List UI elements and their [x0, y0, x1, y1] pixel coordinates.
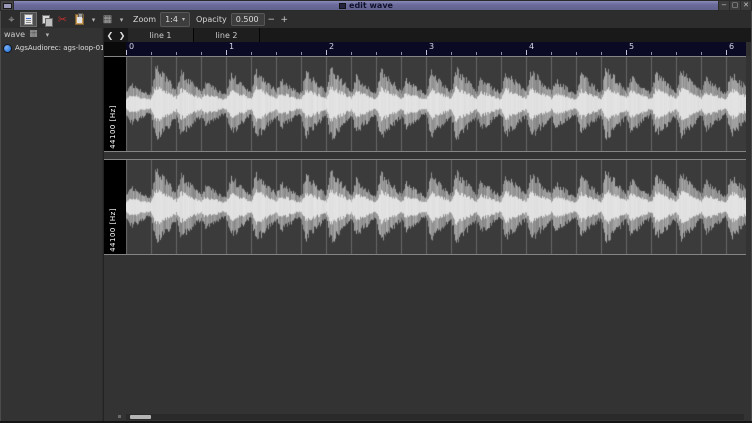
machine-label: AgsAudiorec: ags-loop-017: [15, 44, 109, 52]
close-button[interactable]: ✕: [741, 1, 751, 10]
machine-grid-icon: ▦: [29, 30, 38, 39]
opacity-label: Opacity: [196, 15, 227, 24]
tool-menu-dropdown-button[interactable]: ▾: [116, 12, 127, 27]
tool-menu-button[interactable]: ▦: [99, 12, 116, 27]
clipboard-icon: [75, 14, 84, 25]
opacity-input[interactable]: 0.500: [231, 13, 265, 26]
paste-dropdown-button[interactable]: ▾: [88, 12, 99, 27]
ruler-label: 4: [529, 42, 534, 51]
maximize-button[interactable]: ▢: [730, 1, 740, 10]
waveform-canvas-2[interactable]: [126, 160, 746, 254]
window-icon: [339, 3, 346, 9]
ruler-label: 0: [129, 42, 134, 51]
opacity-decrement-button[interactable]: −: [265, 13, 278, 26]
tab-forward-button[interactable]: ❯: [116, 28, 128, 42]
sidebar: wave ▦ ▾ AgsAudiorec: ags-loop-017: [1, 28, 102, 421]
tab-back-button[interactable]: ❮: [104, 28, 116, 42]
ruler-label: 2: [329, 42, 334, 51]
tab-line-1[interactable]: line 1: [128, 28, 194, 42]
tool-grid-icon: ▦: [103, 15, 112, 25]
scissors-icon: ✂: [58, 14, 67, 25]
zoom-select[interactable]: 1:4 ▾: [160, 12, 190, 27]
ruler-end-spacer: [746, 42, 751, 56]
position-tool-button[interactable]: ⌖: [3, 12, 20, 27]
position-cursor-icon: ⌖: [8, 14, 14, 25]
ruler-label: 3: [429, 42, 434, 51]
ruler-label: 6: [729, 42, 734, 51]
minimize-button[interactable]: −: [719, 1, 729, 10]
titlebar-drag-area[interactable]: edit wave: [14, 1, 718, 10]
ruler-major-ticks: [126, 50, 746, 55]
scope-dropdown-button[interactable]: ▾: [46, 31, 50, 39]
timeline-ruler: 0 1 2 3 4 5 6: [126, 42, 746, 56]
copy-button[interactable]: [37, 12, 54, 27]
samplerate-label-2: 44100 [Hz]: [109, 208, 117, 252]
samplerate-label-1: 44100 [Hz]: [109, 105, 117, 149]
window-title: edit wave: [349, 1, 393, 10]
opacity-increment-button[interactable]: +: [278, 13, 291, 26]
horizontal-scrollbar[interactable]: [126, 414, 744, 420]
tab-line-2[interactable]: line 2: [194, 28, 260, 42]
sidebar-header: wave ▦ ▾: [1, 28, 102, 41]
horizontal-scrollbar-thumb[interactable]: [130, 415, 151, 419]
edit-tool-button[interactable]: [20, 12, 37, 27]
paste-button[interactable]: [71, 12, 88, 27]
wave-scope-label: wave: [4, 30, 25, 39]
zoom-value: 1:4: [165, 15, 178, 24]
opacity-value: 0.500: [236, 15, 259, 24]
window-menu-button[interactable]: [1, 1, 13, 10]
ruler-label: 5: [629, 42, 634, 51]
ruler-label: 1: [229, 42, 234, 51]
window-controls: − ▢ ✕: [719, 1, 751, 10]
waveform-canvas-1[interactable]: [126, 57, 746, 151]
wave-panel-1: 44100 [Hz]: [104, 56, 746, 152]
samplerate-column-1: 44100 [Hz]: [104, 57, 126, 151]
machine-radio-icon[interactable]: [3, 44, 12, 53]
titlebar[interactable]: edit wave − ▢ ✕: [0, 0, 752, 11]
zoom-label: Zoom: [133, 15, 156, 24]
wave-editor-area: ❮ ❯ line 1 line 2 0 1 2 3 4 5 6 44100 [Hz] 441…: [103, 28, 751, 421]
edit-wave-window: edit wave − ▢ ✕ ⌖ ✂ ▾ ▦ ▾ Zoom 1:4: [0, 0, 752, 423]
line-tabstrip: ❮ ❯ line 1 line 2: [104, 28, 751, 42]
edit-document-icon: [24, 14, 33, 25]
toolbar: ⌖ ✂ ▾ ▦ ▾ Zoom 1:4 ▾ Opacity 0.500 − +: [1, 11, 751, 28]
wave-panel-2: 44100 [Hz]: [104, 159, 746, 255]
machine-list-item[interactable]: AgsAudiorec: ags-loop-017: [1, 43, 102, 53]
cut-button[interactable]: ✂: [54, 12, 71, 27]
hscroll-stepper[interactable]: [118, 415, 121, 418]
chevron-down-icon: ▾: [182, 16, 185, 23]
ruler-corner: [104, 42, 126, 56]
samplerate-column-2: 44100 [Hz]: [104, 160, 126, 254]
window-menu-icon: [3, 3, 12, 9]
copy-icon: [42, 15, 50, 24]
